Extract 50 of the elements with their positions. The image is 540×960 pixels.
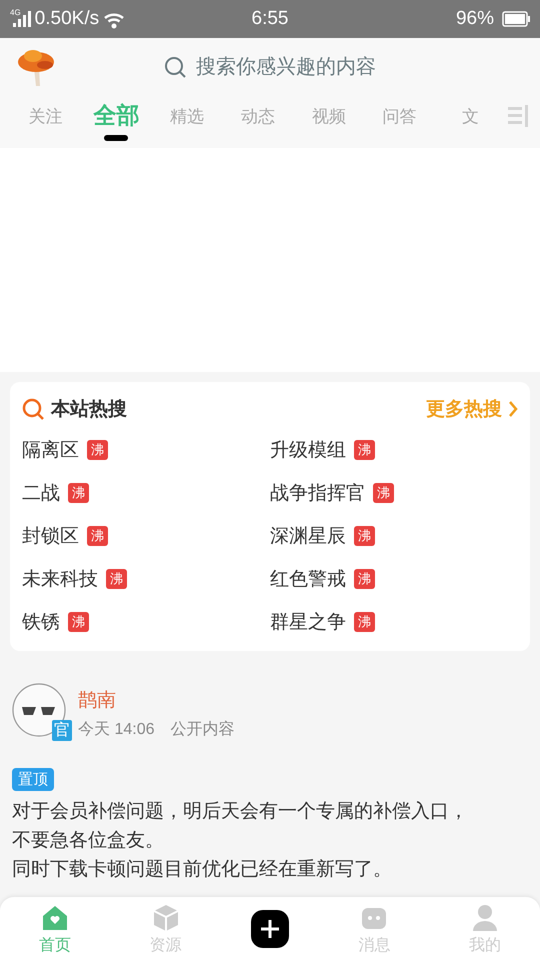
category-tab[interactable]: 文 bbox=[435, 95, 506, 128]
hot-badge: 沸 bbox=[68, 482, 89, 502]
hot-search-item[interactable]: 未来科技 沸 bbox=[22, 557, 270, 600]
hot-badge: 沸 bbox=[373, 482, 394, 502]
hot-search-item[interactable]: 升级模组 沸 bbox=[270, 428, 518, 471]
tab-indicator bbox=[104, 135, 128, 141]
post-text: 同时下载卡顿问题目前优化已经在重新写了。 bbox=[12, 858, 393, 882]
official-badge: 官 bbox=[52, 720, 72, 741]
hot-search-item[interactable]: 红色警戒 沸 bbox=[270, 557, 518, 600]
category-tab[interactable]: 精选 bbox=[152, 95, 223, 128]
hot-badge: 沸 bbox=[354, 440, 375, 460]
hot-search-item[interactable]: 铁锈 沸 bbox=[22, 600, 270, 643]
hot-badge: 沸 bbox=[354, 526, 375, 546]
hot-badge: 沸 bbox=[68, 612, 89, 632]
pinned-tag: 置顶 bbox=[12, 768, 54, 791]
hot-search-item[interactable]: 深渊星辰 沸 bbox=[270, 514, 518, 557]
section-title: 本站热搜 bbox=[51, 398, 127, 422]
hot-badge: 沸 bbox=[354, 612, 375, 632]
hot-search-item[interactable]: 封锁区 沸 bbox=[22, 514, 270, 557]
search-icon bbox=[22, 398, 45, 420]
battery-percent: 96% bbox=[456, 8, 494, 30]
network-speed: 0.50K/s bbox=[34, 8, 100, 30]
category-tab[interactable]: 全部 bbox=[80, 95, 152, 141]
hot-search-item[interactable]: 群星之争 沸 bbox=[270, 600, 518, 643]
hot-search-item[interactable]: 二战 沸 bbox=[22, 471, 270, 514]
post-text: 对于会员补偿问题，明后天会有一个专属的补偿入口，不要急各位盒友。 bbox=[12, 800, 469, 853]
visibility-label: 公开内容 bbox=[170, 720, 234, 740]
post-time: 今天 14:06 bbox=[78, 720, 154, 740]
category-tab[interactable]: 视频 bbox=[293, 95, 364, 128]
category-tab[interactable]: 动态 bbox=[222, 95, 294, 128]
clock: 6:55 bbox=[250, 8, 290, 30]
hot-badge: 沸 bbox=[354, 568, 375, 588]
search-icon bbox=[164, 56, 186, 78]
network-type: 4G bbox=[10, 8, 21, 16]
add-button[interactable] bbox=[251, 910, 290, 948]
hot-badge: 沸 bbox=[106, 568, 127, 588]
plus-icon bbox=[259, 918, 282, 940]
category-tab[interactable]: 问答 bbox=[364, 95, 436, 128]
hot-badge: 沸 bbox=[87, 440, 108, 460]
hot-search-item[interactable]: 隔离区 沸 bbox=[22, 428, 270, 471]
hot-search-item[interactable]: 战争指挥官 沸 bbox=[270, 471, 518, 514]
search-field[interactable]: 搜索你感兴趣的内容 bbox=[56, 47, 484, 86]
battery-icon bbox=[502, 11, 530, 27]
more-link[interactable]: 更多热搜 bbox=[426, 396, 518, 422]
author-name: 鹊南 bbox=[78, 689, 117, 713]
category-tab[interactable]: 关注 bbox=[10, 95, 81, 128]
nav-tab[interactable]: 首页 bbox=[0, 897, 110, 960]
chevron-icon bbox=[508, 400, 518, 418]
menu-icon bbox=[506, 103, 530, 129]
hot-badge: 沸 bbox=[87, 526, 108, 546]
